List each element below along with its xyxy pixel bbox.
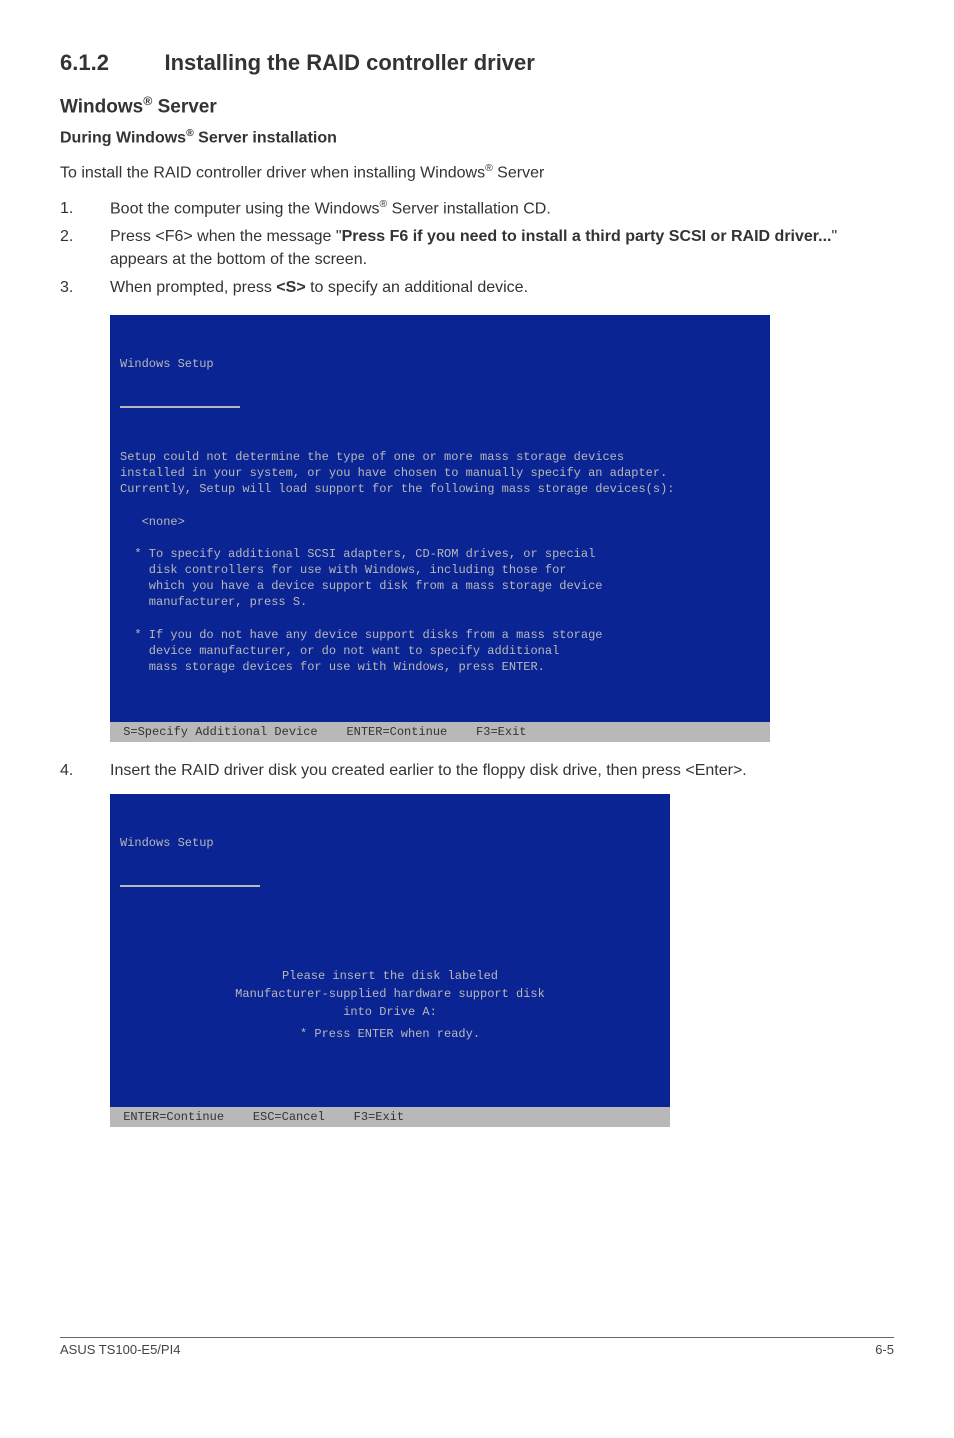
section-heading: 6.1.2 Installing the RAID controller dri… — [60, 50, 894, 76]
sub-sub-suffix: Server installation — [194, 130, 337, 147]
steps-list: 1. Boot the computer using the Windows® … — [60, 198, 894, 300]
step-3-plain2: to specify an additional device. — [306, 279, 528, 296]
console-title: Windows Setup — [120, 835, 660, 851]
step-2: 2. Press <F6> when the message "Press F6… — [60, 226, 894, 271]
step-text: Boot the computer using the Windows® Ser… — [110, 198, 894, 221]
step-3-bold: <S> — [276, 279, 305, 296]
step-3: 3. When prompted, press <S> to specify a… — [60, 277, 894, 299]
page-footer: ASUS TS100-E5/PI4 6-5 — [60, 1337, 894, 1357]
sub-heading-prefix: Windows — [60, 96, 143, 117]
step-1: 1. Boot the computer using the Windows® … — [60, 198, 894, 221]
footer-right: 6-5 — [875, 1342, 894, 1357]
registered-mark: ® — [379, 199, 387, 210]
registered-mark: ® — [186, 128, 194, 139]
footer-rule — [60, 1337, 894, 1338]
console2-line4: * Press ENTER when ready. — [120, 1026, 660, 1042]
footer-left: ASUS TS100-E5/PI4 — [60, 1342, 180, 1357]
step-number: 1. — [60, 198, 110, 221]
console-footer: S=Specify Additional Device ENTER=Contin… — [110, 722, 770, 742]
registered-mark: ® — [485, 163, 493, 174]
intro-prefix: To install the RAID controller driver wh… — [60, 164, 485, 181]
step-2-plain1: Press <F6> when the message " — [110, 228, 342, 245]
console-body: Windows Setup Please insert the disk lab… — [110, 794, 670, 1106]
step-1-pre: Boot the computer using the Windows — [110, 200, 379, 217]
step-number: 2. — [60, 226, 110, 271]
sub-sub-heading: During Windows® Server installation — [60, 128, 894, 147]
step-2-bold: Press F6 if you need to install a third … — [342, 228, 832, 245]
console-center-block: Please insert the disk labeled Manufactu… — [120, 968, 660, 1043]
section-title: Installing the RAID controller driver — [164, 50, 534, 76]
console2-line2: Manufacturer-supplied hardware support d… — [120, 986, 660, 1002]
step-number: 3. — [60, 277, 110, 299]
console-screenshot-2: Windows Setup Please insert the disk lab… — [110, 794, 670, 1127]
step-text: When prompted, press <S> to specify an a… — [110, 277, 894, 299]
section-number: 6.1.2 — [60, 50, 160, 76]
steps-list-2: 4. Insert the RAID driver disk you creat… — [60, 760, 894, 782]
step-text: Press <F6> when the message "Press F6 if… — [110, 226, 894, 271]
sub-heading: Windows® Server — [60, 94, 894, 118]
intro-suffix: Server — [493, 164, 545, 181]
console-footer: ENTER=Continue ESC=Cancel F3=Exit — [110, 1107, 670, 1127]
step-1-post: Server installation CD. — [387, 200, 551, 217]
console2-line3: into Drive A: — [120, 1004, 660, 1020]
console-title: Windows Setup — [120, 356, 760, 372]
intro-text: To install the RAID controller driver wh… — [60, 162, 894, 184]
step-text: Insert the RAID driver disk you created … — [110, 760, 894, 782]
console-title-rule — [120, 406, 240, 408]
console-body: Windows Setup Setup could not determine … — [110, 315, 770, 721]
console2-line1: Please insert the disk labeled — [120, 968, 660, 984]
console-title-rule — [120, 885, 260, 887]
step-number: 4. — [60, 760, 110, 782]
sub-heading-suffix: Server — [152, 96, 216, 117]
registered-mark: ® — [143, 94, 152, 108]
sub-sub-prefix: During Windows — [60, 130, 186, 147]
console-lines: Setup could not determine the type of on… — [120, 449, 760, 676]
step-3-plain1: When prompted, press — [110, 279, 276, 296]
console-screenshot-1: Windows Setup Setup could not determine … — [110, 315, 770, 742]
step-4: 4. Insert the RAID driver disk you creat… — [60, 760, 894, 782]
